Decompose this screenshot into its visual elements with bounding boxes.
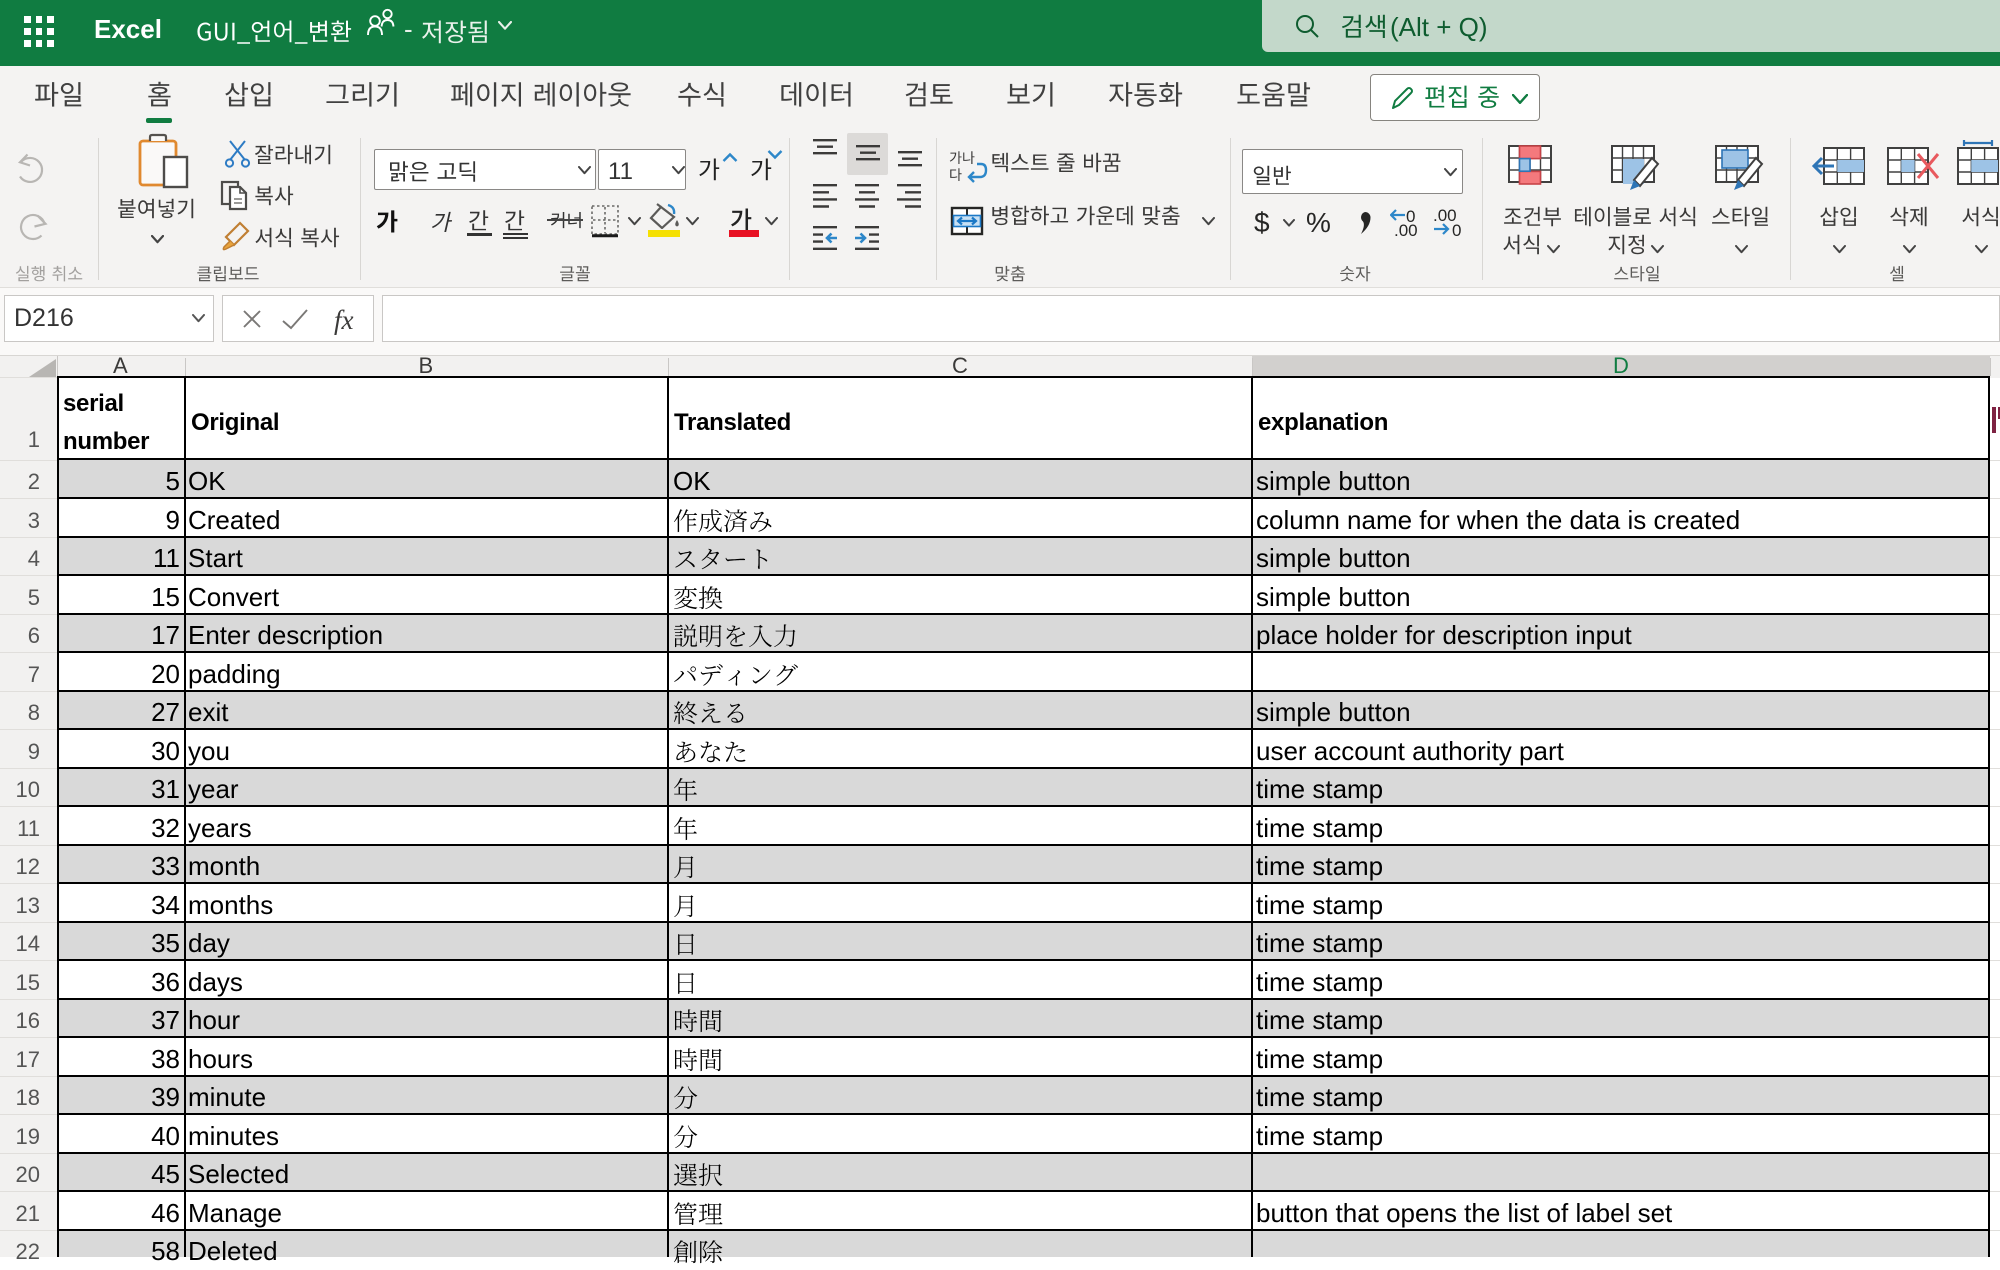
svg-text:.00: .00 bbox=[1394, 221, 1418, 238]
svg-text:0: 0 bbox=[1452, 221, 1461, 238]
